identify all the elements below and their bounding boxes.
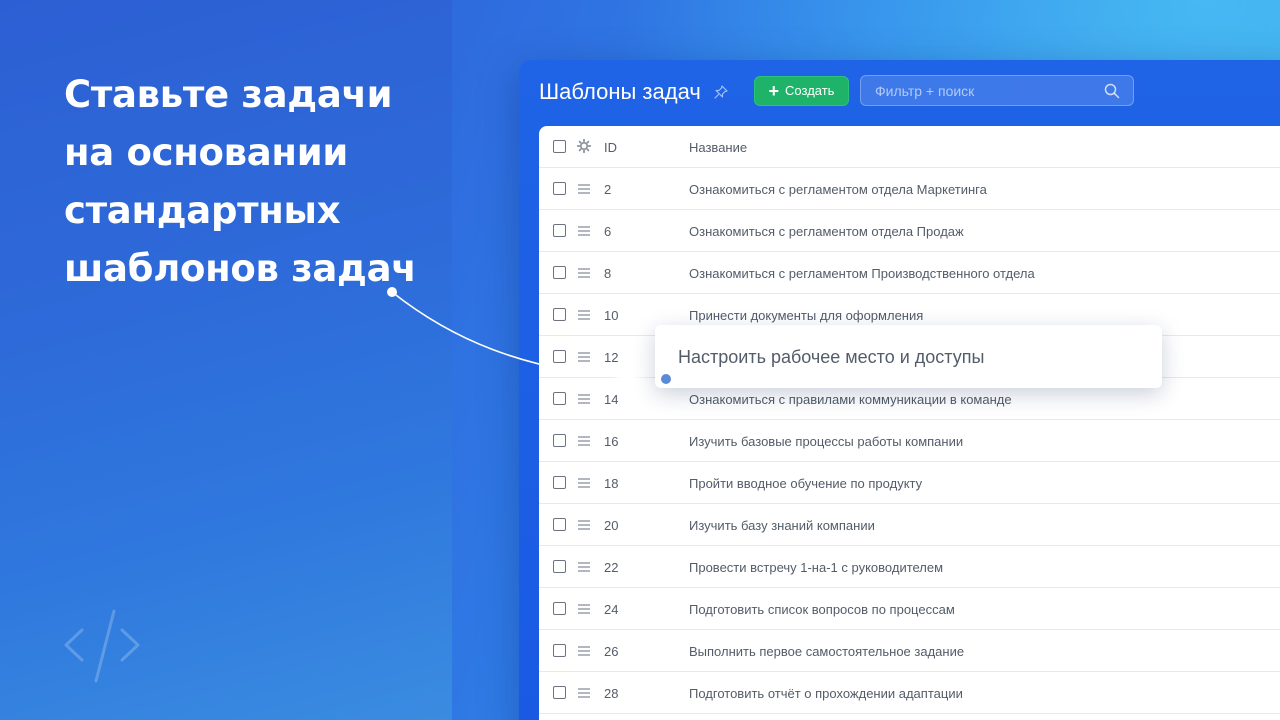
drag-handle-icon[interactable] xyxy=(577,687,591,699)
column-header-id[interactable]: ID xyxy=(604,140,617,155)
row-id: 22 xyxy=(604,560,619,575)
row-id: 8 xyxy=(604,266,612,281)
row-name[interactable]: Ознакомиться с регламентом отдела Продаж xyxy=(689,224,964,239)
search-icon[interactable] xyxy=(1104,83,1120,99)
search-input[interactable] xyxy=(875,82,1095,99)
drag-handle-icon[interactable] xyxy=(577,183,591,195)
row-name[interactable]: Провести встречу 1-на-1 с руководителем xyxy=(689,560,943,575)
drag-handle-icon[interactable] xyxy=(577,309,591,321)
row-checkbox[interactable] xyxy=(553,350,566,363)
row-checkbox[interactable] xyxy=(553,686,566,699)
filter-search-field[interactable] xyxy=(860,75,1134,106)
row-id: 12 xyxy=(604,350,619,365)
gear-icon[interactable] xyxy=(577,139,591,153)
row-checkbox[interactable] xyxy=(553,224,566,237)
templates-table: ID Название 2 Ознакомиться с регламентом … xyxy=(539,126,1280,720)
row-id: 10 xyxy=(604,308,619,323)
hero-line: шаблонов задач xyxy=(64,247,417,290)
row-id: 6 xyxy=(604,224,612,239)
highlighted-task-callout: Настроить рабочее место и доступы xyxy=(655,325,1162,388)
table-row[interactable]: 28 Подготовить отчёт о прохождении адапта… xyxy=(539,672,1280,714)
drag-handle-icon[interactable] xyxy=(577,477,591,489)
row-checkbox[interactable] xyxy=(553,644,566,657)
row-name[interactable]: Подготовить список вопросов по процессам xyxy=(689,602,955,617)
callout-text: Настроить рабочее место и доступы xyxy=(678,347,985,367)
page-title: Шаблоны задач xyxy=(539,79,701,104)
row-name[interactable]: Ознакомиться с регламентом Производствен… xyxy=(689,266,1035,281)
row-id: 28 xyxy=(604,686,619,701)
table-row[interactable]: 16 Изучить базовые процессы работы компан… xyxy=(539,420,1280,462)
table-row[interactable]: 24 Подготовить список вопросов по процесс… xyxy=(539,588,1280,630)
row-id: 16 xyxy=(604,434,619,449)
row-id: 20 xyxy=(604,518,619,533)
row-checkbox[interactable] xyxy=(553,392,566,405)
row-id: 18 xyxy=(604,476,619,491)
select-all-checkbox[interactable] xyxy=(553,140,566,153)
hero-heading: Ставьте задачи на основании стандартных … xyxy=(64,66,444,298)
row-checkbox[interactable] xyxy=(553,182,566,195)
row-checkbox[interactable] xyxy=(553,308,566,321)
row-checkbox[interactable] xyxy=(553,434,566,447)
row-checkbox[interactable] xyxy=(553,266,566,279)
table-row[interactable]: 20 Изучить базу знаний компании xyxy=(539,504,1280,546)
row-name[interactable]: Подготовить отчёт о прохождении адаптаци… xyxy=(689,686,963,701)
table-row[interactable]: 2 Ознакомиться с регламентом отдела Марке… xyxy=(539,168,1280,210)
row-name[interactable]: Выполнить первое самостоятельное задание xyxy=(689,644,964,659)
row-checkbox[interactable] xyxy=(553,560,566,573)
row-checkbox[interactable] xyxy=(553,476,566,489)
table-row[interactable]: 8 Ознакомиться с регламентом Производстве… xyxy=(539,252,1280,294)
row-id: 26 xyxy=(604,644,619,659)
table-row[interactable]: 6 Ознакомиться с регламентом отдела Прода… xyxy=(539,210,1280,252)
plus-icon: + xyxy=(768,81,780,101)
drag-handle-icon[interactable] xyxy=(577,519,591,531)
row-id: 2 xyxy=(604,182,612,197)
row-checkbox[interactable] xyxy=(553,518,566,531)
drag-handle-icon[interactable] xyxy=(577,435,591,447)
row-id: 14 xyxy=(604,392,619,407)
create-button-label: Создать xyxy=(785,83,835,98)
code-brackets-icon xyxy=(64,609,140,683)
row-id: 24 xyxy=(604,602,619,617)
row-name[interactable]: Пройти вводное обучение по продукту xyxy=(689,476,922,491)
table-row[interactable]: 26 Выполнить первое самостоятельное задан… xyxy=(539,630,1280,672)
table-row[interactable]: 18 Пройти вводное обучение по продукту xyxy=(539,462,1280,504)
drag-handle-icon[interactable] xyxy=(577,603,591,615)
row-checkbox[interactable] xyxy=(553,602,566,615)
row-name[interactable]: Ознакомиться с регламентом отдела Маркет… xyxy=(689,182,987,197)
drag-handle-icon[interactable] xyxy=(577,351,591,363)
row-name[interactable]: Ознакомиться с правилами коммуникации в … xyxy=(689,392,1012,407)
drag-handle-icon[interactable] xyxy=(577,645,591,657)
drag-handle-icon[interactable] xyxy=(577,225,591,237)
row-name[interactable]: Изучить базу знаний компании xyxy=(689,518,875,533)
drag-handle-icon[interactable] xyxy=(577,267,591,279)
create-button[interactable]: + Создать xyxy=(754,76,849,106)
hero-line: на основании xyxy=(64,131,348,174)
table-header: ID Название xyxy=(539,126,1280,168)
drag-handle-icon[interactable] xyxy=(577,561,591,573)
drag-handle-icon[interactable] xyxy=(577,393,591,405)
hero-line: стандартных xyxy=(64,189,341,232)
column-header-name[interactable]: Название xyxy=(689,140,747,155)
hero-line: Ставьте задачи xyxy=(64,73,393,116)
row-name[interactable]: Принести документы для оформления xyxy=(689,308,923,323)
pin-icon[interactable] xyxy=(714,85,728,99)
row-name[interactable]: Изучить базовые процессы работы компании xyxy=(689,434,963,449)
table-row[interactable]: 22 Провести встречу 1-на-1 с руководителе… xyxy=(539,546,1280,588)
task-templates-panel: Шаблоны задач + Создать ID Название xyxy=(519,60,1280,720)
